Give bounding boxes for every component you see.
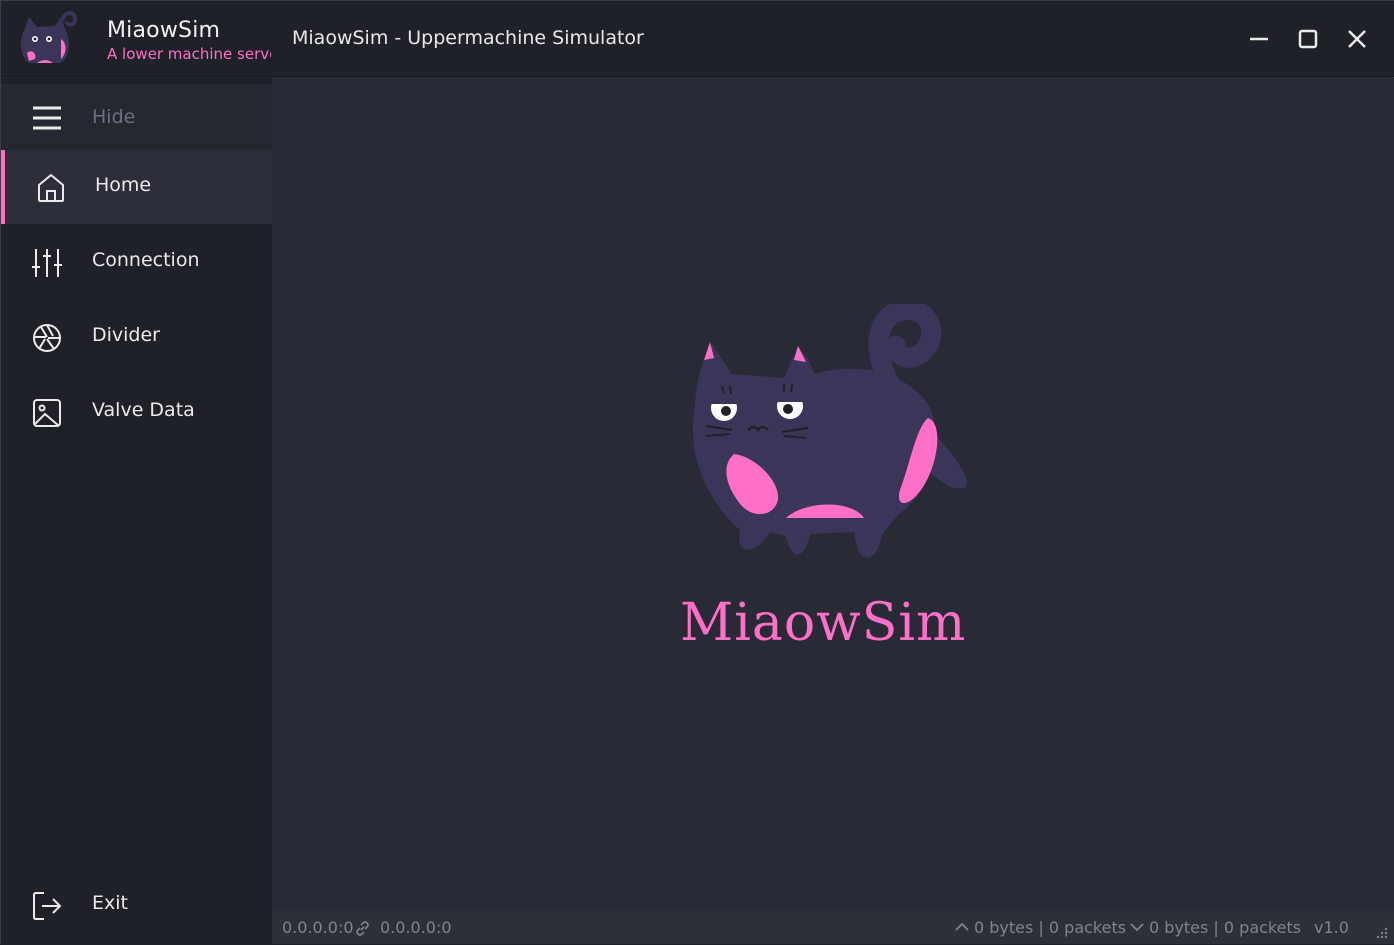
- sidebar-item-label: Home: [95, 174, 152, 196]
- sidebar-item-label: Valve Data: [92, 399, 195, 421]
- status-bar: 0.0.0.0:0 0.0.0.0:0 0 bytes | 0 packets …: [272, 911, 1394, 944]
- sidebar-toggle-label: Hide: [92, 106, 136, 128]
- link-icon: [356, 921, 369, 936]
- sidebar-item-connection[interactable]: Connection: [1, 225, 272, 299]
- exit-label: Exit: [92, 892, 128, 914]
- version-label: v1.0: [1314, 918, 1349, 937]
- minimize-icon: [1250, 37, 1268, 41]
- aperture-icon: [33, 324, 61, 352]
- app-tagline: A lower machine server: [107, 45, 271, 63]
- image-icon: [33, 399, 61, 427]
- app-name: MiaowSim: [107, 18, 221, 43]
- sidebar-item-label: Connection: [92, 249, 200, 271]
- app-window: MiaowSim A lower machine server MiaowSim…: [0, 0, 1394, 945]
- close-button[interactable]: [1337, 19, 1377, 59]
- upload-stats: 0 bytes | 0 packets: [974, 918, 1127, 937]
- brand-name: MiaowSim: [680, 593, 967, 653]
- maximize-icon: [1298, 29, 1318, 49]
- sidebar-item-home[interactable]: Home: [1, 150, 272, 224]
- sidebar-item-divider[interactable]: Divider: [1, 300, 272, 374]
- exit-button[interactable]: Exit: [1, 870, 272, 944]
- app-logo: [20, 11, 78, 63]
- hamburger-icon: [33, 106, 61, 130]
- maximize-button[interactable]: [1288, 19, 1328, 59]
- chevron-up-icon: [955, 922, 969, 931]
- window-title: MiaowSim - Uppermachine Simulator: [292, 27, 644, 49]
- home-page: MiaowSim: [272, 78, 1394, 911]
- download-stats: 0 bytes | 0 packets: [1149, 918, 1302, 937]
- resize-grip-icon[interactable]: [1376, 927, 1388, 939]
- close-icon: [1348, 30, 1366, 48]
- home-icon: [38, 174, 64, 202]
- exit-icon: [33, 892, 62, 920]
- remote-address: 0.0.0.0:0: [380, 918, 452, 937]
- sidebar-item-label: Divider: [92, 324, 160, 346]
- sidebar-item-valve-data[interactable]: Valve Data: [1, 375, 272, 449]
- sidebar-toggle[interactable]: Hide: [1, 84, 272, 150]
- title-bar[interactable]: MiaowSim A lower machine server MiaowSim…: [1, 1, 1394, 77]
- chevron-down-icon: [1130, 923, 1144, 932]
- sliders-icon: [32, 249, 62, 277]
- sidebar: Hide Home Connection Divider Valve Data …: [1, 78, 272, 945]
- local-address: 0.0.0.0:0: [282, 918, 354, 937]
- minimize-button[interactable]: [1239, 19, 1279, 59]
- cat-mascot-logo: [692, 304, 967, 558]
